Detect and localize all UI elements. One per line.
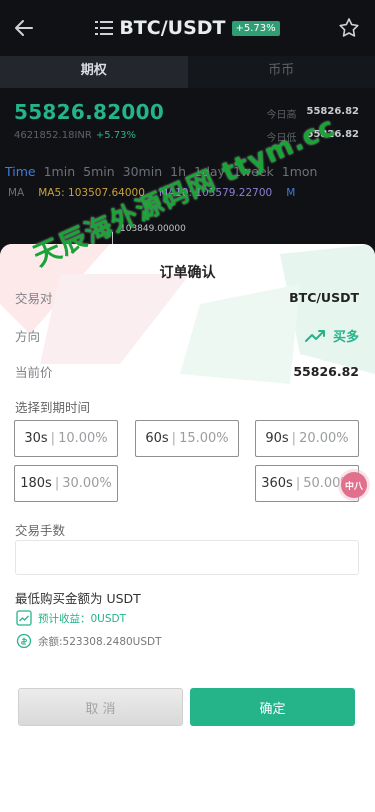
secondary-price-line: 4621852.18INR +5.73% — [14, 130, 164, 141]
order-confirm-sheet: 订单确认 交易对 BTC/USDT 方向 买多 当前价 55826.82 选择到… — [0, 244, 375, 812]
current-price-row: 当前价 55826.82 — [15, 362, 359, 381]
tab-options[interactable]: 期权 — [0, 56, 188, 88]
chart-max-label: 103849.00000 — [120, 224, 186, 234]
expiry-option-30s[interactable]: 30s | 10.00% — [14, 420, 118, 457]
trend-up-icon — [304, 329, 325, 342]
option-time: 360s — [261, 476, 293, 491]
star-icon[interactable] — [337, 16, 361, 40]
chart-up-icon — [16, 610, 32, 626]
pair-row: 交易对 BTC/USDT — [15, 288, 359, 307]
option-rate: 30.00% — [62, 476, 112, 491]
direction-label: 方向 — [15, 329, 41, 344]
interval-5min[interactable]: 5min — [83, 164, 115, 179]
coin-icon — [16, 633, 32, 649]
high-label: 今日高 — [266, 110, 297, 121]
pair-title: BTC/USDT — [119, 17, 226, 39]
option-time: 60s — [145, 431, 169, 446]
current-price: 55826.82000 — [14, 100, 165, 124]
pair-label: 交易对 — [15, 291, 53, 306]
ma-label: MA — [8, 187, 25, 199]
interval-1week[interactable]: 1week — [233, 164, 274, 179]
ma-indicator-row: MA MA5: 103507.64000 MA10: 103579.22700 … — [8, 187, 295, 199]
change-badge: +5.73% — [231, 20, 280, 36]
interval-1h[interactable]: 1h — [170, 164, 186, 179]
interval-bar: Time 1min 5min 30min 1h 1day 1week 1mon — [5, 164, 317, 179]
confirm-button[interactable]: 确定 — [190, 688, 355, 726]
high-value: 55826.82 — [306, 106, 359, 117]
option-rate: 10.00% — [58, 431, 108, 446]
balance-value: 余额:523308.2480USDT — [38, 635, 162, 648]
trade-lots-input[interactable] — [15, 540, 359, 575]
floating-assist-badge[interactable]: 中八 — [341, 472, 367, 498]
option-rate: 15.00% — [179, 431, 229, 446]
option-time: 90s — [265, 431, 289, 446]
pair-value: BTC/USDT — [289, 290, 359, 305]
high-low-block: 今日高 55826.82 今日低 55826.82 — [266, 106, 359, 152]
current-price-value: 55826.82 — [293, 364, 359, 379]
low-label: 今日低 — [266, 133, 297, 144]
interval-1min[interactable]: 1min — [44, 164, 76, 179]
pair-selector[interactable]: BTC/USDT +5.73% — [95, 17, 280, 39]
sheet-title: 订单确认 — [159, 265, 216, 281]
expiry-option-180s[interactable]: 180s | 30.00% — [14, 465, 118, 502]
option-time: 180s — [20, 476, 52, 491]
expected-profit: 预计收益：0USDT — [38, 612, 127, 625]
current-price-label: 当前价 — [15, 365, 53, 380]
ma10-value: MA10: 103579.22700 — [158, 187, 273, 199]
interval-time[interactable]: Time — [5, 164, 36, 179]
price-block: 55826.82000 4621852.18INR +5.73% — [14, 100, 164, 141]
back-arrow-icon[interactable] — [12, 16, 36, 40]
inr-price: 4621852.18INR — [14, 130, 92, 141]
interval-1day[interactable]: 1day — [194, 164, 225, 179]
option-time: 30s — [24, 431, 48, 446]
interval-1mon[interactable]: 1mon — [282, 164, 318, 179]
expected-profit-row: 预计收益：0USDT — [16, 610, 126, 626]
tab-spot[interactable]: 币币 — [187, 56, 375, 88]
list-icon — [95, 21, 114, 35]
trade-lots-label: 交易手数 — [15, 523, 66, 538]
direction-value: 买多 — [304, 326, 359, 345]
ma5-value: MA5: 103507.64000 — [38, 187, 145, 199]
balance-row: 余额:523308.2480USDT — [16, 633, 162, 649]
top-bar: BTC/USDT +5.73% — [0, 0, 375, 56]
low-value: 55826.82 — [306, 129, 359, 140]
expiry-option-60s[interactable]: 60s | 15.00% — [135, 420, 239, 457]
expiry-option-90s[interactable]: 90s | 20.00% — [255, 420, 359, 457]
option-rate: 20.00% — [299, 431, 349, 446]
direction-row: 方向 买多 — [15, 326, 359, 345]
cancel-button[interactable]: 取 消 — [18, 688, 183, 726]
price-change: +5.73% — [95, 130, 136, 141]
interval-30min[interactable]: 30min — [123, 164, 162, 179]
ma-m-label: M — [286, 187, 296, 199]
direction-text: 买多 — [332, 330, 359, 345]
expiry-label: 选择到期时间 — [15, 400, 91, 415]
mode-tabs: 期权 币币 — [0, 56, 375, 88]
min-buy-text: 最低购买金额为 USDT — [15, 591, 141, 606]
